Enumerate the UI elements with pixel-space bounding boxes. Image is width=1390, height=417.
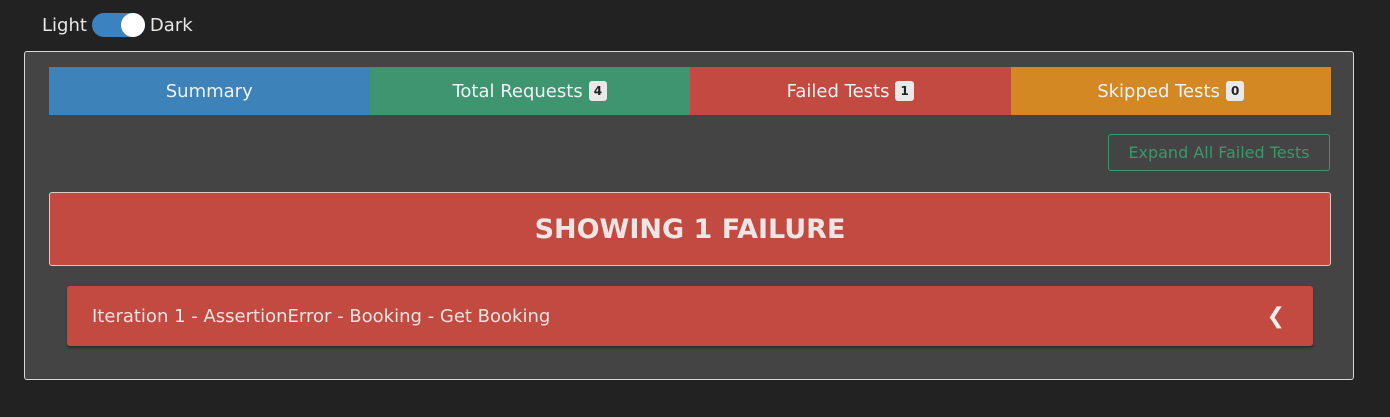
failure-item[interactable]: Iteration 1 - AssertionError - Booking -… — [67, 286, 1313, 346]
theme-switcher: Light Dark — [42, 13, 193, 37]
tab-total-requests-label: Total Requests — [452, 80, 583, 102]
tab-summary-label: Summary — [165, 80, 253, 102]
light-label: Light — [42, 14, 87, 36]
failure-item-label: Iteration 1 - AssertionError - Booking -… — [92, 305, 551, 327]
total-requests-badge: 4 — [588, 81, 608, 101]
tab-failed-tests-label: Failed Tests — [786, 80, 890, 102]
failed-tests-badge: 1 — [895, 81, 914, 101]
failure-count-text: SHOWING 1 FAILURE — [534, 213, 846, 245]
tab-failed-tests[interactable]: Failed Tests 1 — [690, 67, 1011, 115]
tab-total-requests[interactable]: Total Requests 4 — [369, 67, 690, 115]
expand-all-failed-tests-button[interactable]: Expand All Failed Tests — [1108, 134, 1330, 171]
skipped-tests-badge: 0 — [1225, 81, 1245, 101]
tab-skipped-tests[interactable]: Skipped Tests 0 — [1010, 67, 1331, 115]
failure-count-banner: SHOWING 1 FAILURE — [49, 192, 1331, 266]
toggle-knob — [120, 13, 145, 37]
chevron-left-icon[interactable]: ❮ — [1267, 304, 1285, 329]
theme-toggle[interactable] — [91, 13, 145, 37]
tab-skipped-tests-label: Skipped Tests — [1097, 80, 1220, 102]
report-panel: Summary Total Requests 4 Failed Tests 1 … — [24, 51, 1354, 380]
tab-bar: Summary Total Requests 4 Failed Tests 1 … — [49, 67, 1331, 115]
dark-label: Dark — [149, 14, 193, 36]
tab-summary[interactable]: Summary — [49, 67, 370, 115]
